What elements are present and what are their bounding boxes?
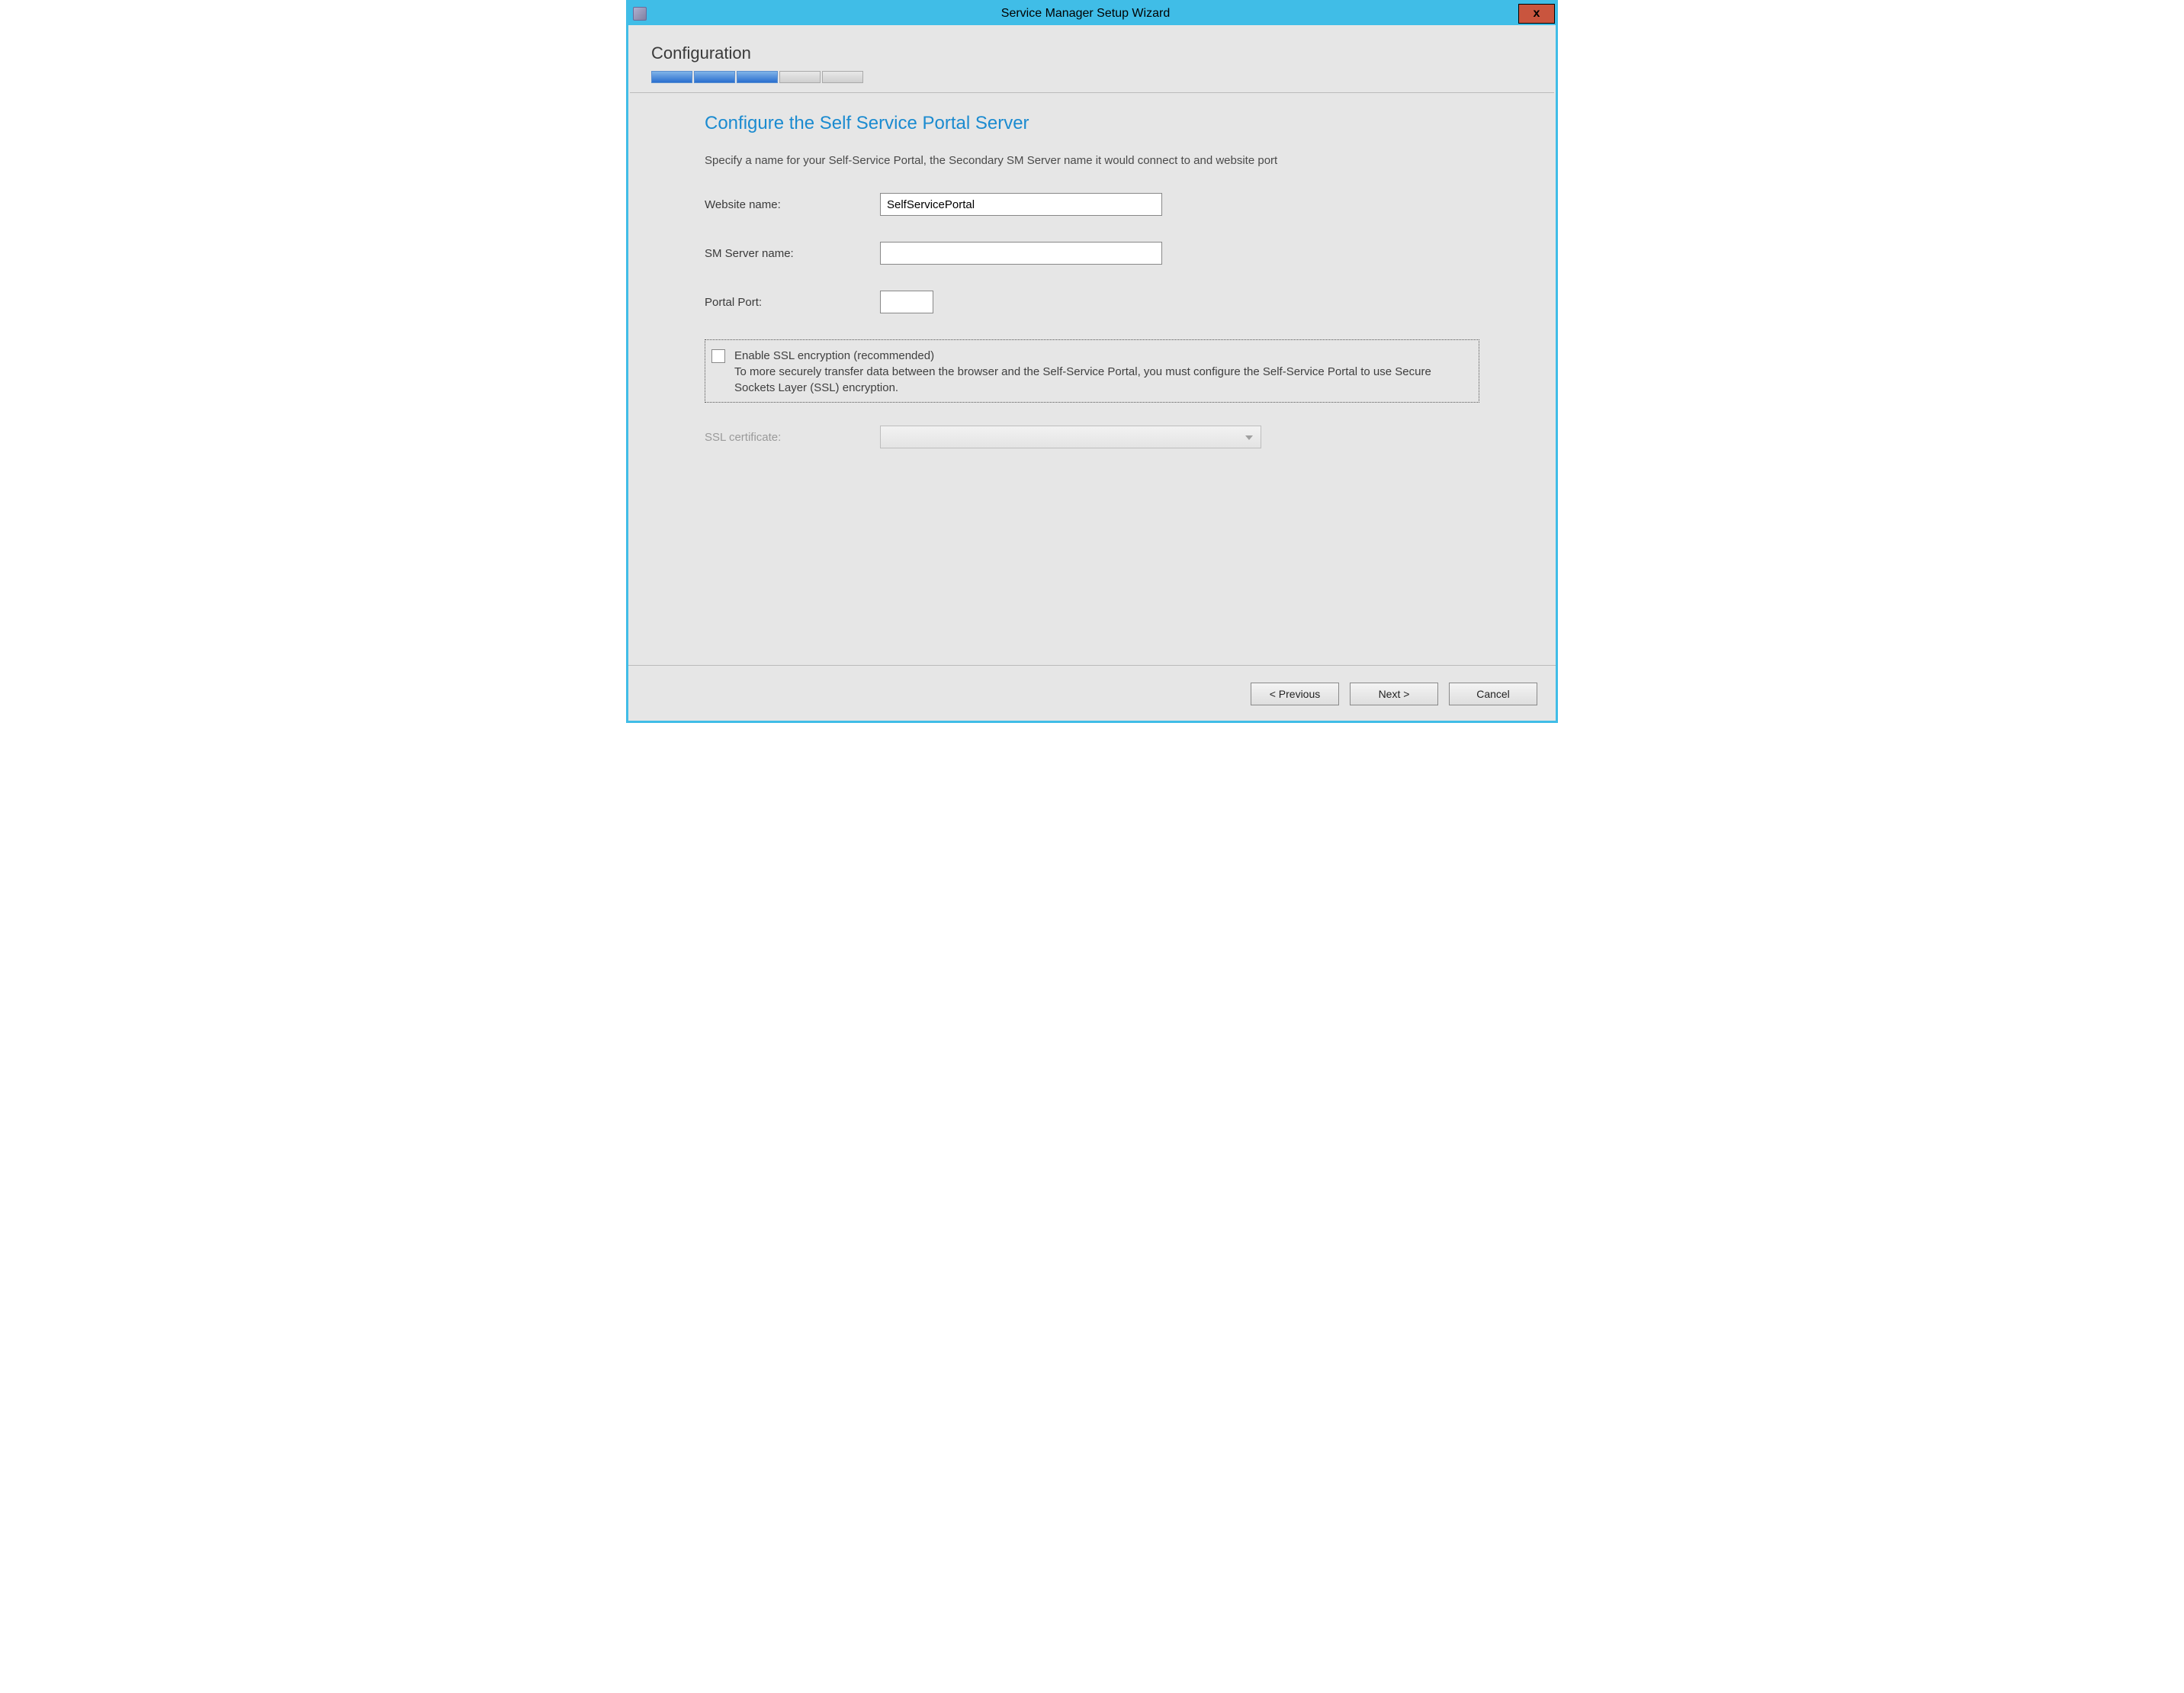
progress-bar: [651, 71, 1533, 83]
row-website-name: Website name:: [705, 193, 1479, 216]
client-area: Configuration Configure the Self Service…: [628, 25, 1556, 721]
progress-segment: [779, 71, 821, 83]
ssl-text: Enable SSL encryption (recommended) To m…: [734, 348, 1469, 396]
app-icon: [633, 7, 647, 21]
label-portal-port: Portal Port:: [705, 296, 880, 309]
label-ssl-certificate: SSL certificate:: [705, 431, 880, 444]
wizard-content: Configure the Self Service Portal Server…: [628, 93, 1556, 665]
input-website-name[interactable]: [880, 193, 1162, 216]
progress-segment: [651, 71, 692, 83]
next-button[interactable]: Next >: [1350, 683, 1438, 705]
ssl-title: Enable SSL encryption (recommended): [734, 349, 934, 362]
window-frame: Service Manager Setup Wizard x Configura…: [626, 0, 1558, 723]
input-sm-server-name[interactable]: [880, 242, 1162, 265]
page-title: Configure the Self Service Portal Server: [705, 113, 1479, 134]
section-label: Configuration: [651, 43, 1533, 63]
ssl-body: To more securely transfer data between t…: [734, 365, 1431, 394]
previous-button[interactable]: < Previous: [1251, 683, 1339, 705]
progress-segment: [737, 71, 778, 83]
window-title: Service Manager Setup Wizard: [653, 7, 1518, 21]
label-sm-server-name: SM Server name:: [705, 247, 880, 260]
row-ssl-certificate: SSL certificate:: [705, 426, 1479, 448]
progress-segment: [822, 71, 863, 83]
wizard-footer: < Previous Next > Cancel: [628, 665, 1556, 721]
label-website-name: Website name:: [705, 198, 880, 211]
row-portal-port: Portal Port:: [705, 291, 1479, 313]
input-portal-port[interactable]: [880, 291, 933, 313]
close-icon: x: [1534, 7, 1540, 21]
row-sm-server-name: SM Server name:: [705, 242, 1479, 265]
page-description: Specify a name for your Self-Service Por…: [705, 154, 1479, 167]
ssl-block: Enable SSL encryption (recommended) To m…: [705, 339, 1479, 403]
titlebar: Service Manager Setup Wizard x: [628, 2, 1556, 25]
checkbox-enable-ssl[interactable]: [711, 349, 725, 363]
close-button[interactable]: x: [1518, 4, 1555, 24]
previous-label: < Previous: [1270, 688, 1321, 700]
combo-ssl-certificate[interactable]: [880, 426, 1261, 448]
next-label: Next >: [1379, 688, 1410, 700]
wizard-header: Configuration: [628, 25, 1556, 92]
progress-segment: [694, 71, 735, 83]
cancel-button[interactable]: Cancel: [1449, 683, 1537, 705]
cancel-label: Cancel: [1476, 688, 1510, 700]
